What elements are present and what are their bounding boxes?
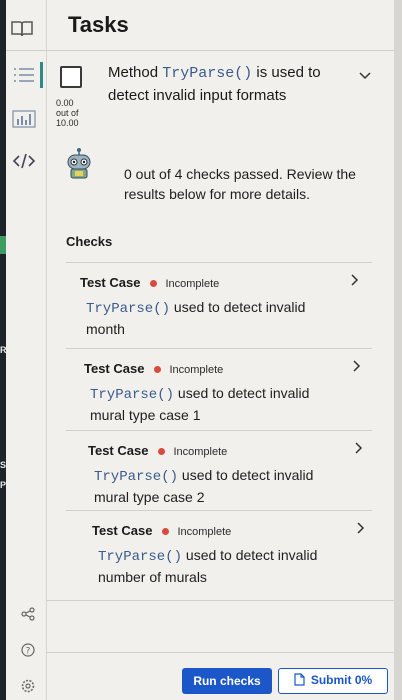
check-label: Test Case bbox=[88, 443, 149, 458]
task-text-prefix: Method bbox=[108, 64, 163, 81]
task-item[interactable]: 0.00 out of 10.00 Method TryParse() is u… bbox=[40, 52, 394, 137]
task-description: Method TryParse() is used to detect inva… bbox=[108, 62, 338, 107]
submit-button[interactable]: Submit 0% bbox=[278, 668, 388, 694]
check-header: Test Case Incomplete bbox=[80, 275, 219, 290]
checks-summary: 0 out of 4 checks passed. Review the res… bbox=[124, 166, 356, 202]
check-status: Incomplete bbox=[165, 278, 220, 290]
incomplete-dot bbox=[150, 279, 158, 287]
list-icon[interactable] bbox=[12, 66, 36, 89]
check-status: Incomplete bbox=[177, 526, 232, 538]
share-icon[interactable] bbox=[20, 606, 36, 627]
check-status: Incomplete bbox=[173, 446, 228, 458]
task-indicator bbox=[40, 62, 43, 88]
chevron-down-icon[interactable] bbox=[358, 68, 372, 86]
task-score: 0.00 out of 10.00 bbox=[56, 98, 96, 128]
chevron-right-icon[interactable] bbox=[350, 273, 360, 292]
divider bbox=[46, 600, 394, 601]
document-icon bbox=[294, 673, 305, 689]
check-description: TryParse() used to detect invalid mural … bbox=[94, 465, 334, 507]
check-code: TryParse() bbox=[94, 469, 179, 485]
check-label: Test Case bbox=[80, 275, 141, 290]
check-label: Test Case bbox=[84, 361, 145, 376]
score-value: 0.00 bbox=[56, 98, 74, 108]
right-window-edge bbox=[393, 0, 402, 700]
check-description: TryParse() used to detect invalid number… bbox=[98, 545, 338, 587]
footer-divider bbox=[46, 652, 394, 653]
checks-heading: Checks bbox=[66, 234, 113, 249]
page-title: Tasks bbox=[68, 12, 129, 37]
settings-icon[interactable] bbox=[20, 678, 36, 699]
incomplete-dot bbox=[158, 447, 166, 455]
chart-icon[interactable] bbox=[12, 110, 36, 133]
check-status: Incomplete bbox=[169, 364, 224, 376]
check-code: TryParse() bbox=[90, 387, 175, 403]
incomplete-dot bbox=[162, 527, 170, 535]
chevron-right-icon[interactable] bbox=[354, 441, 364, 460]
check-header: Test Case Incomplete bbox=[92, 523, 231, 538]
task-checkbox[interactable] bbox=[60, 66, 82, 88]
task-code: TryParse() bbox=[162, 65, 253, 82]
check-item[interactable]: Test Case Incomplete TryParse() used to d… bbox=[66, 430, 372, 511]
book-icon[interactable] bbox=[10, 20, 34, 43]
svg-text:?: ? bbox=[26, 647, 31, 657]
check-label: Test Case bbox=[92, 523, 153, 538]
run-checks-button[interactable]: Run checks bbox=[182, 668, 272, 694]
check-item[interactable]: Test Case Incomplete TryParse() used to d… bbox=[66, 348, 372, 431]
tasks-panel: Tasks ? 0.00 out of 10.00 Method TryPars… bbox=[6, 0, 394, 700]
score-out-of: out of bbox=[56, 108, 79, 118]
check-header: Test Case Incomplete bbox=[84, 361, 223, 376]
check-description: TryParse() used to detect invalid mural … bbox=[90, 383, 330, 425]
robot-icon bbox=[62, 146, 96, 185]
check-item[interactable]: Test Case Incomplete TryParse() used to d… bbox=[66, 262, 372, 347]
check-item[interactable]: Test Case Incomplete TryParse() used to d… bbox=[66, 510, 372, 597]
check-header: Test Case Incomplete bbox=[88, 443, 227, 458]
check-code: TryParse() bbox=[86, 301, 171, 317]
chevron-right-icon[interactable] bbox=[356, 521, 366, 540]
help-icon[interactable]: ? bbox=[20, 642, 36, 663]
score-total: 10.00 bbox=[56, 118, 79, 128]
chevron-right-icon[interactable] bbox=[352, 359, 362, 378]
check-description: TryParse() used to detect invalid month bbox=[86, 297, 326, 339]
check-code: TryParse() bbox=[98, 549, 183, 565]
code-icon[interactable] bbox=[12, 152, 36, 175]
incomplete-dot bbox=[154, 365, 162, 373]
submit-label: Submit 0% bbox=[310, 673, 373, 688]
panel-header: Tasks bbox=[6, 0, 394, 51]
